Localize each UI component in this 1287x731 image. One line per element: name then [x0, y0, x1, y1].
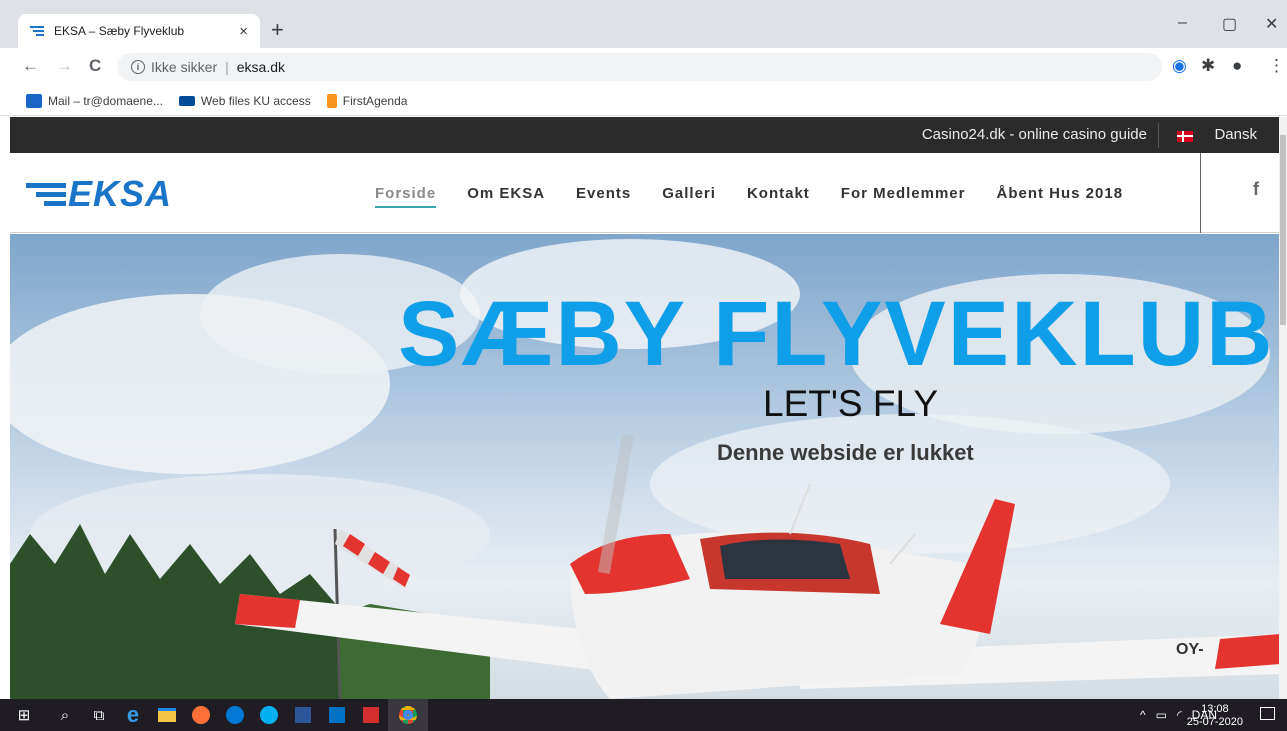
firstagenda-icon: [326, 93, 337, 108]
bookmark-label: Mail – tr@domaene...: [48, 93, 163, 108]
nav-item-aabent-hus[interactable]: Åbent Hus 2018: [997, 185, 1124, 208]
nav-item-kontakt[interactable]: Kontakt: [747, 185, 810, 208]
bookmark-webfiles[interactable]: Web files KU access: [178, 93, 311, 108]
back-icon[interactable]: ←: [22, 56, 39, 76]
bookmarks-bar: Mail – tr@domaene... Web files KU access…: [0, 86, 1287, 116]
logo-text: EKSA: [68, 173, 173, 214]
forward-icon[interactable]: →: [56, 56, 73, 76]
info-icon[interactable]: i: [131, 60, 145, 74]
security-label: Ikke sikker: [151, 59, 218, 75]
logo-wings-icon: [26, 180, 66, 208]
taskview-icon[interactable]: ⧉: [82, 699, 116, 731]
chrome-icon[interactable]: [388, 699, 428, 731]
chevron-up-icon[interactable]: ^: [1140, 708, 1146, 722]
clock-time: 13:08: [1201, 703, 1229, 715]
site-topbar: Casino24.dk - online casino guide Dansk: [10, 117, 1287, 153]
bookmark-mail[interactable]: Mail – tr@domaene...: [26, 93, 163, 108]
close-tab-icon[interactable]: ×: [239, 23, 248, 40]
firefox-icon[interactable]: [184, 699, 218, 731]
minimize-icon[interactable]: –: [1178, 14, 1187, 32]
main-nav: Forside Om EKSA Events Galleri Kontakt F…: [375, 185, 1154, 208]
windows-taskbar: ⊞ ⌕ ⧉ e ^ ▭ ◜ DAN 13:08 25-07-2020: [0, 699, 1287, 731]
browser-tab-strip: EKSA – Sæby Flyveklub × + – ▢ ✕: [0, 0, 1287, 48]
extensions-puzzle-icon[interactable]: ✱: [1201, 56, 1215, 76]
hero-title: SÆBY FLYVEKLUB: [398, 283, 1275, 385]
clock-date: 25-07-2020: [1186, 716, 1243, 728]
clock[interactable]: 13:08 25-07-2020: [1187, 703, 1243, 729]
extension-icon[interactable]: ◉: [1172, 56, 1187, 76]
web-page: Casino24.dk - online casino guide Dansk …: [10, 117, 1287, 699]
bookmark-firstagenda[interactable]: FirstAgenda: [326, 93, 408, 108]
acrobat-icon[interactable]: [354, 699, 388, 731]
eksa-logo[interactable]: EKSA: [26, 173, 172, 215]
hero-banner: SÆBY FLYVEKLUB LET'S FLY Denne webside e…: [10, 234, 1287, 699]
nav-item-events[interactable]: Events: [576, 185, 631, 208]
edge-icon[interactable]: e: [116, 699, 150, 731]
outlook-icon[interactable]: [320, 699, 354, 731]
url-text: eksa.dk: [236, 59, 286, 75]
explorer-icon[interactable]: [150, 699, 184, 731]
nav-item-om-eksa[interactable]: Om EKSA: [467, 185, 545, 208]
new-tab-button[interactable]: +: [271, 18, 284, 42]
search-icon[interactable]: ⌕: [48, 699, 82, 731]
window-close-icon[interactable]: ✕: [1265, 14, 1278, 34]
page-scrollbar[interactable]: [1279, 117, 1287, 699]
topbar-divider: [1158, 123, 1159, 148]
skype-business-icon[interactable]: [218, 699, 252, 731]
address-separator: |: [225, 59, 229, 75]
reload-icon[interactable]: C: [89, 56, 101, 76]
tab-title: EKSA – Sæby Flyveklub: [54, 24, 185, 38]
nav-item-forside[interactable]: Forside: [375, 185, 437, 208]
casino-link[interactable]: Casino24.dk - online casino guide: [922, 126, 1147, 143]
notifications-icon[interactable]: [1260, 707, 1275, 720]
outlook-icon: [26, 93, 42, 108]
site-header: EKSA Forside Om EKSA Events Galleri Kont…: [10, 153, 1287, 233]
plane-registration: OY-: [1176, 641, 1204, 658]
start-icon[interactable]: ⊞: [0, 699, 48, 731]
closed-notice: Denne webside er lukket: [717, 440, 974, 465]
scrollbar-thumb[interactable]: [1280, 135, 1286, 325]
nav-item-galleri[interactable]: Galleri: [662, 185, 716, 208]
word-icon[interactable]: [286, 699, 320, 731]
wifi-icon[interactable]: ◜: [1177, 708, 1182, 722]
facebook-icon[interactable]: f: [1253, 179, 1259, 200]
webfiles-icon: [178, 95, 195, 106]
danish-flag-icon: [1177, 131, 1193, 142]
nav-divider: [1200, 153, 1201, 233]
address-bar[interactable]: i Ikke sikker | eksa.dk: [117, 53, 1162, 81]
browser-tab[interactable]: EKSA – Sæby Flyveklub ×: [18, 14, 260, 48]
bookmark-label: Web files KU access: [200, 93, 311, 108]
language-selector[interactable]: Dansk: [1214, 126, 1257, 143]
menu-icon[interactable]: ⋮: [1268, 56, 1285, 76]
eksa-favicon-icon: [30, 26, 44, 36]
restore-icon[interactable]: ▢: [1222, 14, 1237, 34]
skype-icon[interactable]: [252, 699, 286, 731]
nav-item-for-medlemmer[interactable]: For Medlemmer: [841, 185, 966, 208]
profile-icon[interactable]: ●: [1232, 56, 1242, 76]
hero-tagline: LET'S FLY: [763, 383, 938, 424]
battery-icon[interactable]: ▭: [1156, 708, 1167, 722]
bookmark-label: FirstAgenda: [342, 93, 408, 108]
